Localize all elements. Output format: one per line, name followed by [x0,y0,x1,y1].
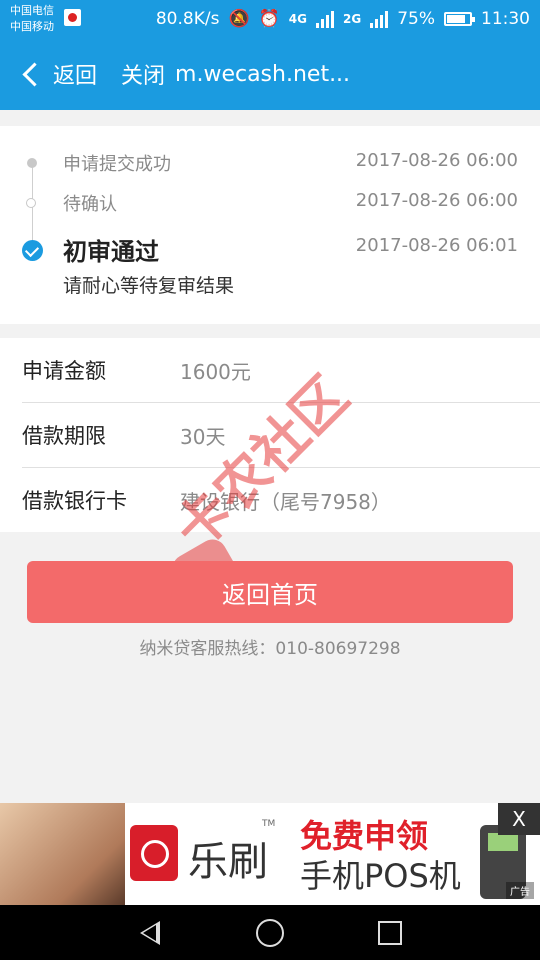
timeline-step-label: 待确认 [63,194,117,215]
timeline-step-time: 2017-08-26 06:01 [355,235,518,256]
ad-model-image [0,803,125,905]
check-circle-icon [22,240,43,261]
detail-value: 1600元 [180,359,251,384]
carrier-1: 中国电信 [10,4,54,17]
battery-percent: 75% [397,9,435,29]
ad-close-button[interactable]: X [498,803,540,835]
timeline-step-label: 申请提交成功 [63,154,171,175]
timeline-current-label: 初审通过 [63,238,159,266]
close-button[interactable]: 关闭 [121,58,165,90]
nav-recent-apps-icon[interactable] [378,921,402,945]
timeline-note: 请耐心等待复审结果 [63,275,235,297]
return-home-button[interactable]: 返回首页 [27,561,513,623]
ad-subline: 手机POS机 [300,857,461,895]
timeline-step-time: 2017-08-26 06:00 [355,190,518,211]
carrier-2: 中国移动 [10,20,54,33]
status-timeline: 申请提交成功 2017-08-26 06:00 待确认 2017-08-26 0… [0,126,540,324]
sim-icon [64,9,81,26]
detail-key: 申请金额 [22,359,106,383]
service-hotline: 纳米贷客服热线：010-80697298 [139,639,401,659]
alarm-icon: ⏰ [258,9,280,29]
signal-icon-2 [370,10,389,28]
signal-icon [316,10,334,28]
ad-brand-name: 乐刷 [188,839,268,885]
detail-key: 借款期限 [22,424,106,448]
status-bar: 中国电信 中国移动 80.8K/s 🔕 ⏰ 4G 2G 75% 11:30 [0,0,540,38]
network-speed: 80.8K/s [155,9,220,29]
timeline-dot-icon [26,198,36,208]
chevron-left-icon [22,61,47,87]
brand-logo-icon [130,825,178,881]
page-url: m.wecash.net... [175,61,351,87]
system-nav-bar [0,905,540,960]
carrier-info: 中国电信 中国移动 [10,3,54,35]
ad-trademark: TM [262,819,276,829]
back-button[interactable]: 返回 [20,58,97,90]
network-2g-label: 2G [343,12,362,26]
nav-bar: 返回 关闭 m.wecash.net... [0,38,540,110]
mute-icon: 🔕 [228,9,250,29]
nav-back-icon[interactable] [140,921,160,945]
network-4g-label: 4G [288,12,307,26]
ad-banner[interactable]: 乐刷 TM 免费申领 手机POS机 X 广告 [0,803,540,905]
status-right: 80.8K/s 🔕 ⏰ 4G 2G 75% 11:30 [156,0,530,38]
timeline-step-time: 2017-08-26 06:00 [355,150,518,171]
ad-tag: 广告 [506,882,534,899]
nav-home-icon[interactable] [256,919,284,947]
battery-icon [444,12,475,26]
back-label: 返回 [53,64,98,89]
timeline-dot-icon [27,158,37,168]
clock: 11:30 [481,9,530,29]
